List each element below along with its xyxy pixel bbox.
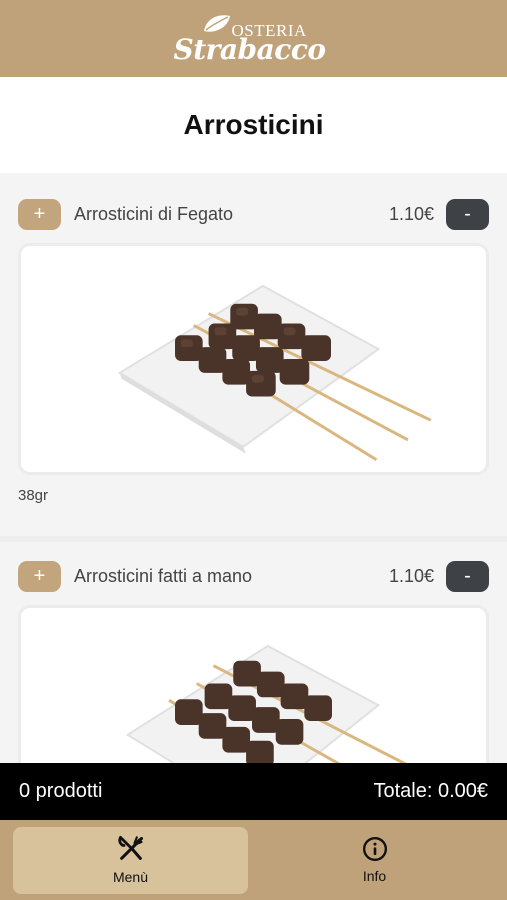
product-name: Arrosticini di Fegato: [74, 203, 234, 224]
product-price: 1.10€: [388, 203, 434, 224]
nav-tab-label: Menù: [112, 869, 149, 885]
remove-from-cart-button[interactable]: -: [446, 560, 489, 592]
add-to-cart-button[interactable]: +: [18, 198, 61, 230]
product-name: Arrosticini fatti a mano: [74, 565, 253, 586]
product-card: + Arrosticini di Fegato 1.10€ - 38gr: [0, 180, 507, 526]
product-image[interactable]: [18, 243, 489, 475]
nav-tab-label: Info: [362, 868, 387, 884]
leaf-icon: [203, 14, 230, 32]
cart-total: Totale: 0.00€: [373, 780, 488, 802]
product-header: + Arrosticini fatti a mano 1.10€ -: [18, 559, 489, 593]
nav-tab-info[interactable]: Info: [257, 827, 492, 894]
app-header: OSTERIA Strabacco: [0, 0, 507, 77]
product-card: + Arrosticini fatti a mano 1.10€ -: [0, 536, 507, 763]
product-list[interactable]: + Arrosticini di Fegato 1.10€ - 38gr + A…: [0, 180, 507, 763]
cart-summary-bar[interactable]: 0 prodotti Totale: 0.00€: [0, 763, 507, 820]
product-image[interactable]: [18, 605, 489, 763]
product-weight: 38gr: [18, 487, 49, 504]
osteria-strabacco-logo[interactable]: OSTERIA Strabacco: [174, 7, 334, 71]
cutlery-icon: [117, 835, 143, 860]
bottom-navigation: Menù Info: [0, 820, 507, 900]
category-title-bar: Arrosticini: [0, 77, 507, 173]
nav-tab-menu[interactable]: Menù: [13, 826, 248, 894]
logo-main-text: Strabacco: [173, 32, 327, 66]
remove-from-cart-button[interactable]: -: [446, 198, 489, 230]
product-header: + Arrosticini di Fegato 1.10€ -: [18, 197, 489, 231]
page-title: Arrosticini: [183, 109, 324, 140]
skewer-plate-illustration: [125, 644, 407, 763]
product-price: 1.10€: [388, 565, 434, 586]
add-to-cart-button[interactable]: +: [18, 560, 61, 592]
info-icon: [362, 836, 387, 862]
skewer-plate-illustration: [117, 284, 432, 461]
cart-item-count: 0 prodotti: [19, 780, 103, 802]
